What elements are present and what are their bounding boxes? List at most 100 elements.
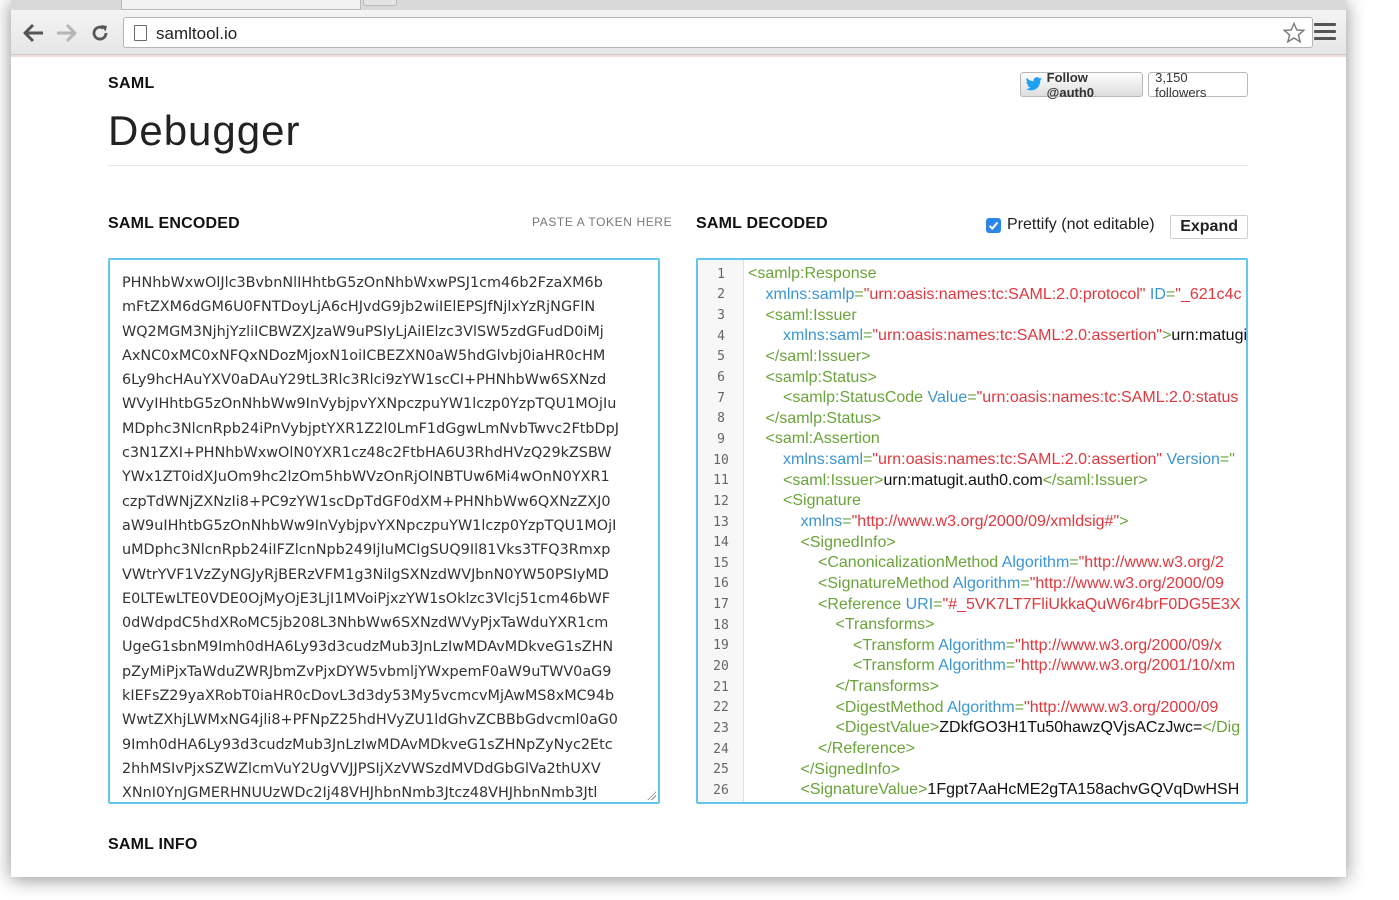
browser-toolbar: samltool.io <box>11 10 1346 55</box>
new-tab-button[interactable] <box>363 0 397 6</box>
code-line: 11 <saml:Issuer>urn:matugit.auth0.com</sa… <box>698 470 1246 491</box>
browser-tab[interactable] <box>121 0 361 10</box>
xml-attr-token: Algorithm <box>943 698 1015 716</box>
url-text[interactable]: samltool.io <box>156 24 237 44</box>
brand-label: SAML <box>108 75 155 92</box>
line-number: 9 <box>717 431 725 447</box>
xml-tag-token: =" <box>1219 451 1235 469</box>
code-content: xmlns:saml="urn:oasis:names:tc:SAML:2.0:… <box>744 327 1246 345</box>
xml-tag-token: <Transform <box>853 636 935 654</box>
line-number: 17 <box>713 597 729 613</box>
expand-button[interactable]: Expand <box>1170 215 1248 239</box>
xml-tag-token: <SignatureMethod <box>818 574 950 592</box>
back-button[interactable] <box>21 20 47 46</box>
followers-count[interactable]: 3,150 followers <box>1148 70 1248 100</box>
code-line: 19 <Transform Algorithm="http://www.w3.or… <box>698 636 1246 657</box>
reload-button[interactable] <box>87 20 113 46</box>
code-line: 17 <Reference URI="#_5VK7LT7FliUkkaQuW6r4… <box>698 594 1246 615</box>
code-content: <saml:Issuer <box>744 307 857 325</box>
encoded-line: mFtZXM6dGM6U0FNTDoyLjA6cHJvdG9jb2wiIElEP… <box>122 299 596 316</box>
reload-icon <box>92 25 108 41</box>
code-line: 24 </Reference> <box>698 739 1246 760</box>
line-number: 19 <box>713 638 729 654</box>
code-content: </samlp:Status> <box>744 409 882 428</box>
xml-attr-token: ID <box>1145 285 1166 303</box>
xml-tag-token: <CanonicalizationMethod <box>818 554 999 572</box>
encoded-line: 6Ly9hcHAuYXV0aDAuY29tL3Rlc3Rlci9zYW1scCI… <box>122 372 607 389</box>
prettify-checkbox[interactable] <box>986 217 1001 233</box>
follow-button[interactable]: Follow @auth0 <box>1020 70 1144 100</box>
line-number: 3 <box>717 308 725 324</box>
xml-attr-token: Algorithm <box>934 636 1006 654</box>
xml-tag-token: <Transforms> <box>835 616 935 634</box>
decoded-code: 1 <samlp:Response 2 xmlns:samlp="urn:oasis:… <box>698 264 1246 801</box>
line-number: 25 <box>713 762 729 778</box>
code-content: <CanonicalizationMethod Algorithm="http:… <box>744 554 1224 572</box>
browser-window: samltool.io SAML Follow @auth0 3,150 fol… <box>11 0 1346 877</box>
xml-tag-token: <saml:Assertion <box>765 430 880 448</box>
code-line: 8 </samlp:Status> <box>698 408 1246 429</box>
xml-txt-token: 1Fgpt7AaHcME2gTA158achvGQVqDwHSH <box>927 781 1240 799</box>
xml-tag-token: = <box>842 513 852 530</box>
star-icon[interactable] <box>1282 21 1306 45</box>
xml-attr-token: xmlns:samlp <box>765 285 855 303</box>
xml-tag-token: </samlp:Status> <box>765 409 882 427</box>
code-line: 4 xmlns:saml="urn:oasis:names:tc:SAML:2.0… <box>698 326 1246 347</box>
line-number: 12 <box>713 493 729 509</box>
saml-info-label: SAML INFO <box>108 836 198 853</box>
prettify-toggle[interactable]: Prettify (not editable) <box>986 216 1155 234</box>
code-content: </Reference> <box>744 740 915 758</box>
encoded-line: XNnI0YnJGMERHNUUzWDc2Ij48VHJhbnNmb3Jtcz4… <box>122 785 598 802</box>
code-content: <Transform Algorithm="http://www.w3.org/… <box>744 637 1222 655</box>
line-number: 5 <box>717 349 725 365</box>
code-content: xmlns:samlp="urn:oasis:names:tc:SAML:2.0… <box>744 285 1242 304</box>
line-number: 6 <box>717 370 725 386</box>
xml-tag-token: <SignedInfo> <box>800 533 896 551</box>
encoded-line: YWx1ZT0idXJuOm9hc2lzOm5hbWVzOnRjOlNBTUw6… <box>122 469 610 486</box>
xml-val-token: "urn:oasis:names:tc:SAML:2.0:protocol" <box>863 285 1146 303</box>
tab-strip <box>11 0 1346 10</box>
code-content: </Transforms> <box>744 678 939 696</box>
code-line: 16 <SignatureMethod Algorithm="http://www… <box>698 574 1246 595</box>
code-content: xmlns:saml="urn:oasis:names:tc:SAML:2.0:… <box>744 451 1235 469</box>
xml-tag-token: = <box>863 327 873 345</box>
line-number: 22 <box>713 700 729 716</box>
line-number: 24 <box>713 741 729 757</box>
xml-tag-token: </Transforms> <box>835 678 939 696</box>
xml-tag-token: = <box>1005 657 1016 675</box>
xml-attr-token: Algorithm <box>934 657 1006 675</box>
line-number: 10 <box>713 452 729 468</box>
encoded-line: 0dWdpdC5hdXRoMC5jb208L3NhbWw6SXNzdWVyPjx… <box>122 615 609 632</box>
code-content: <samlp:Status> <box>744 369 877 387</box>
code-line: 3 <saml:Issuer <box>698 305 1246 326</box>
code-line: 26 <SignatureValue>1Fgpt7AaHcME2gTA158ach… <box>698 780 1246 801</box>
code-content: <saml:Assertion <box>744 430 880 448</box>
encoded-line: c3N1ZXI+PHNhbWxwOlN0YXR1cz48c2FtbHA6U3Rh… <box>122 445 612 462</box>
xml-val-token: "_621c4c <box>1175 285 1242 303</box>
xml-tag-token: <Reference <box>818 595 902 613</box>
code-content: <SignatureMethod Algorithm="http://www.w… <box>744 575 1224 593</box>
xml-attr-token: xmlns:saml <box>783 451 864 469</box>
saml-encoded-textarea[interactable]: PHNhbWxwOlJlc3BvbnNlIHhtbG5zOnNhbWxwPSJ1… <box>108 258 660 804</box>
checkmark-icon <box>988 221 999 230</box>
code-line: 1 <samlp:Response <box>698 264 1246 285</box>
code-line: 22 <DigestMethod Algorithm="http://www.w3… <box>698 697 1246 718</box>
xml-attr-token: Value <box>923 389 968 407</box>
xml-val-token: "urn:oasis:names:tc:SAML:2.0:status <box>976 389 1239 407</box>
encoded-line: czpTdWNjZXNzIi8+PC9zYW1scDpTdGF0dXM+PHNh… <box>122 493 611 510</box>
line-number: 4 <box>717 328 725 344</box>
code-content: <samlp:StatusCode Value="urn:oasis:names… <box>744 389 1238 407</box>
forward-button[interactable] <box>53 20 79 46</box>
line-number: 2 <box>717 287 725 303</box>
xml-val-token: "#_5VK7LT7FliUkkaQuW6r4brF0DG5E3X <box>942 595 1241 613</box>
encoded-line: 9Imh0dHA6Ly93d3cudzMub3JnLzIwMDAvMDkveG1… <box>122 736 613 753</box>
code-content: <SignedInfo> <box>744 534 896 552</box>
menu-icon[interactable] <box>1314 23 1336 43</box>
xml-tag-token: <saml:Issuer <box>765 306 857 324</box>
line-number: 21 <box>713 679 729 695</box>
code-line: 9 <saml:Assertion <box>698 429 1246 450</box>
address-bar[interactable]: samltool.io <box>123 17 1313 48</box>
saml-decoded-editor[interactable]: 1 <samlp:Response 2 xmlns:samlp="urn:oasis:… <box>696 258 1248 804</box>
resize-handle[interactable] <box>647 791 656 800</box>
code-line: 15 <CanonicalizationMethod Algorithm="htt… <box>698 553 1246 574</box>
